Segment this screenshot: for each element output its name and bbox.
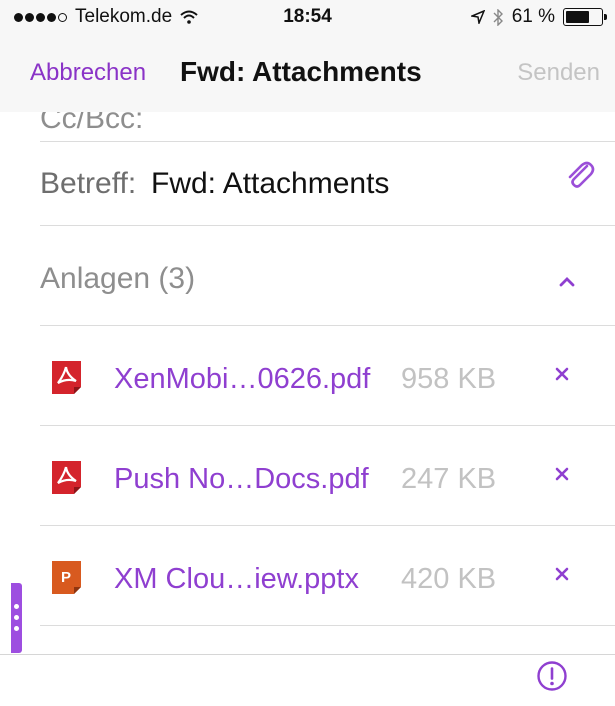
subject-row: Betreff: Fwd: Attachments [40, 167, 600, 207]
attachment-name[interactable]: Push No…Docs.pdf [114, 463, 369, 496]
paperclip-icon[interactable] [565, 160, 595, 190]
subject-label: Betreff: [40, 167, 137, 200]
pptx-file-icon: P [52, 561, 81, 594]
page-title: Fwd: Attachments [180, 56, 422, 87]
divider [40, 225, 615, 226]
status-bar: Telekom.de 18:54 61 % [0, 0, 615, 32]
send-button[interactable]: Senden [517, 59, 600, 87]
chevron-up-icon[interactable] [559, 276, 575, 287]
attachment-item[interactable]: Push No…Docs.pdf 247 KB [52, 461, 592, 501]
exclamation-circle-icon[interactable] [536, 660, 568, 692]
attachments-header: Anlagen (3) [40, 262, 196, 295]
battery-icon [563, 8, 607, 26]
pdf-file-icon [52, 461, 81, 494]
side-drawer-handle[interactable] [11, 583, 22, 653]
attachment-name[interactable]: XM Clou…iew.pptx [114, 563, 359, 596]
battery-percent: 61 % [511, 6, 555, 27]
divider [40, 141, 615, 142]
divider [40, 525, 615, 526]
battery-fill [566, 11, 590, 23]
remove-icon[interactable] [555, 367, 569, 381]
pdf-file-icon [52, 361, 81, 394]
divider [40, 325, 615, 326]
attachment-item[interactable]: P XM Clou…iew.pptx 420 KB [52, 561, 592, 601]
attachment-size: 420 KB [401, 563, 497, 595]
cc-bcc-field[interactable]: Cc/Bcc: [40, 112, 143, 136]
cancel-button[interactable]: Abbrechen [30, 59, 146, 87]
subject-field[interactable]: Fwd: Attachments [151, 167, 389, 201]
bluetooth-icon [493, 8, 503, 26]
compose-form: Cc/Bcc: Betreff: Fwd: Attachments Anlage… [0, 112, 615, 654]
divider [40, 625, 615, 626]
attachment-size: 247 KB [401, 463, 497, 495]
divider [40, 425, 615, 426]
svg-text:P: P [61, 569, 71, 586]
remove-icon[interactable] [555, 467, 569, 481]
attachment-size: 958 KB [401, 363, 497, 395]
attachment-item[interactable]: XenMobi…0626.pdf 958 KB [52, 361, 592, 401]
nav-bar: Abbrechen Fwd: Attachments Senden [0, 32, 615, 112]
remove-icon[interactable] [555, 567, 569, 581]
attachment-name[interactable]: XenMobi…0626.pdf [114, 363, 370, 396]
location-arrow-icon [470, 10, 485, 24]
status-right: 61 % [470, 6, 607, 28]
bottom-toolbar [0, 654, 615, 706]
